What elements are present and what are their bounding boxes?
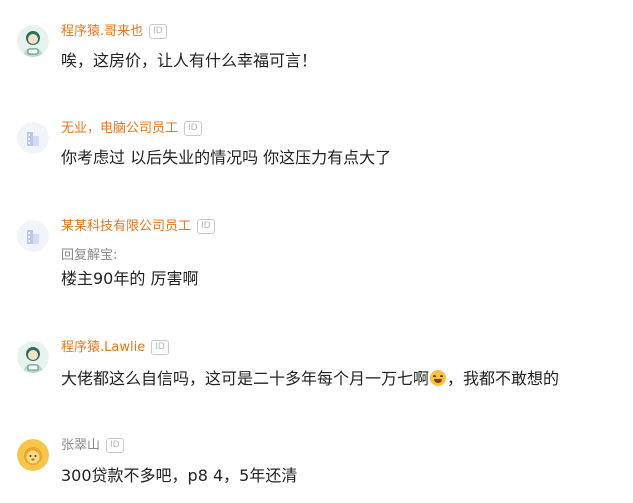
building-avatar-icon[interactable]: [17, 220, 49, 252]
programmer-avatar-icon[interactable]: [17, 25, 49, 57]
laughing-tears-emoji-icon: [430, 370, 447, 386]
comment-username[interactable]: 无业，电脑公司员工 ID: [61, 120, 202, 138]
id-badge: ID: [151, 340, 169, 355]
comment-text: 300贷款不多吧，p8 4，5年还清: [61, 466, 298, 485]
building-avatar-icon[interactable]: [17, 122, 49, 154]
username-text[interactable]: 程序猿.Lawlie: [61, 340, 145, 355]
comment-username[interactable]: 程序猿.哥来也 ID: [61, 23, 167, 41]
lion-avatar-icon[interactable]: [17, 439, 49, 471]
id-badge: ID: [197, 219, 215, 234]
comment-text: 你考虑过 以后失业的情况吗 你这压力有点大了: [61, 148, 392, 167]
username-text[interactable]: 张翠山: [61, 438, 100, 453]
comment-text: 楼主90年的 厉害啊: [61, 269, 199, 288]
comment-username[interactable]: 某某科技有限公司员工 ID: [61, 218, 215, 236]
id-badge: ID: [149, 24, 167, 39]
comment-username[interactable]: 程序猿.Lawlie ID: [61, 339, 169, 357]
comment-text-part: ，我都不敢想的: [447, 369, 560, 388]
reply-to-label: 回复解宝:: [61, 248, 118, 263]
comment-text-part: 大佬都这么自信吗，这可是二十多年每个月一万七啊: [61, 369, 430, 388]
comment-text: 唉，这房价，让人有什么幸福可言！: [61, 51, 318, 70]
comment-username[interactable]: 张翠山 ID: [61, 437, 124, 455]
username-text[interactable]: 无业，电脑公司员工: [61, 121, 178, 136]
id-badge: ID: [106, 438, 124, 453]
comment-text: 大佬都这么自信吗，这可是二十多年每个月一万七啊 ，我都不敢想的: [61, 368, 559, 390]
programmer-avatar-icon[interactable]: [17, 341, 49, 373]
id-badge: ID: [184, 121, 202, 136]
username-text[interactable]: 某某科技有限公司员工: [61, 219, 191, 234]
username-text[interactable]: 程序猿.哥来也: [61, 24, 143, 39]
